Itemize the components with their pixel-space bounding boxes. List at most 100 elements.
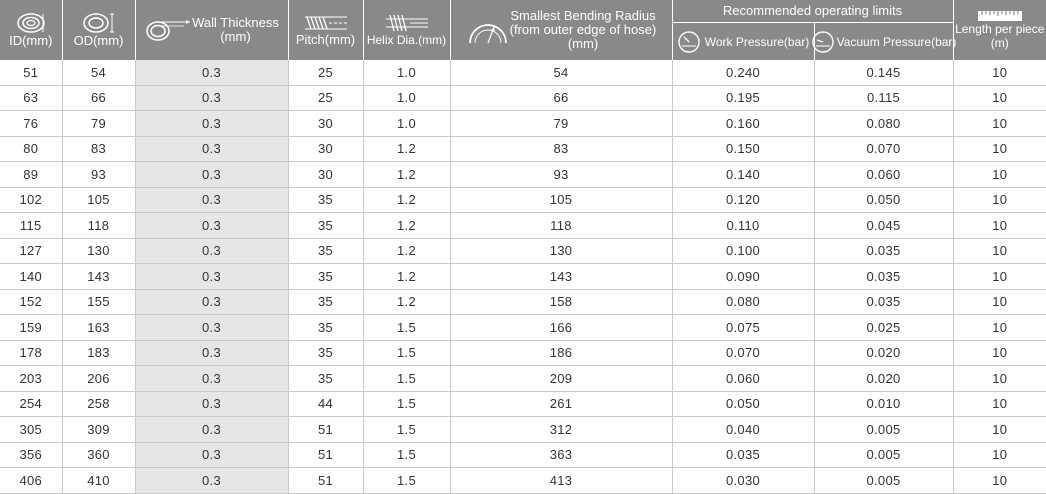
header-vacuum-label: Vacuum Pressure(bar): [836, 34, 957, 49]
cell-helix-dia: 1.2: [363, 238, 451, 264]
header-helix-label: Helix Dia.(mm): [366, 33, 447, 47]
cell-bending-radius: 363: [450, 442, 673, 468]
table-row: 406 410 0.3 51 1.5 413 0.030 0.005 10: [0, 467, 1046, 494]
cell-work-pressure: 0.240: [672, 60, 815, 86]
cell-bending-radius: 83: [450, 136, 673, 162]
wall-thickness-icon: [144, 17, 192, 43]
cell-wall-thickness: 0.3: [135, 212, 289, 239]
cell-pitch: 25: [288, 85, 364, 111]
table-row: 178 183 0.3 35 1.5 186 0.070 0.020 10: [0, 340, 1046, 366]
cell-pitch: 30: [288, 136, 364, 162]
cell-wall-thickness: 0.3: [135, 391, 289, 417]
table-row: 89 93 0.3 30 1.2 93 0.140 0.060 10: [0, 161, 1046, 188]
cell-pitch: 51: [288, 416, 364, 443]
cell-od: 163: [62, 314, 136, 341]
cell-id: 305: [0, 416, 63, 443]
cell-pitch: 35: [288, 263, 364, 290]
cell-id: 203: [0, 365, 63, 392]
cell-bending-radius: 413: [450, 467, 673, 494]
cell-pitch: 30: [288, 161, 364, 188]
table-row: 356 360 0.3 51 1.5 363 0.035 0.005 10: [0, 442, 1046, 468]
cell-work-pressure: 0.050: [672, 391, 815, 417]
cell-id: 76: [0, 110, 63, 137]
cell-length: 10: [953, 391, 1046, 417]
cell-wall-thickness: 0.3: [135, 289, 289, 315]
cell-length: 10: [953, 110, 1046, 137]
cell-work-pressure: 0.080: [672, 289, 815, 315]
table-row: 76 79 0.3 30 1.0 79 0.160 0.080 10: [0, 110, 1046, 137]
table-row: 203 206 0.3 35 1.5 209 0.060 0.020 10: [0, 365, 1046, 392]
cell-length: 10: [953, 340, 1046, 366]
cell-bending-radius: 130: [450, 238, 673, 264]
hose-id-icon: [16, 12, 46, 34]
cell-id: 127: [0, 238, 63, 264]
cell-helix-dia: 1.2: [363, 136, 451, 162]
cell-id: 102: [0, 187, 63, 213]
header-od: OD(mm): [62, 0, 136, 60]
cell-length: 10: [953, 136, 1046, 162]
cell-bending-radius: 209: [450, 365, 673, 392]
cell-wall-thickness: 0.3: [135, 238, 289, 264]
header-vacuum-pressure: Vacuum Pressure(bar): [811, 22, 956, 60]
cell-bending-radius: 118: [450, 212, 673, 239]
cell-wall-thickness: 0.3: [135, 187, 289, 213]
cell-id: 406: [0, 467, 63, 494]
cell-length: 10: [953, 263, 1046, 290]
length-ruler-icon: [977, 10, 1023, 22]
cell-work-pressure: 0.100: [672, 238, 815, 264]
header-pitch: Pitch(mm): [288, 0, 364, 60]
cell-helix-dia: 1.2: [363, 263, 451, 290]
cell-vacuum-pressure: 0.005: [814, 416, 954, 443]
cell-helix-dia: 1.2: [363, 187, 451, 213]
cell-helix-dia: 1.2: [363, 161, 451, 188]
table-row: 159 163 0.3 35 1.5 166 0.075 0.025 10: [0, 314, 1046, 341]
cell-id: 152: [0, 289, 63, 315]
cell-work-pressure: 0.160: [672, 110, 815, 137]
cell-wall-thickness: 0.3: [135, 442, 289, 468]
table-row: 254 258 0.3 44 1.5 261 0.050 0.010 10: [0, 391, 1046, 417]
cell-id: 89: [0, 161, 63, 188]
cell-vacuum-pressure: 0.035: [814, 238, 954, 264]
cell-helix-dia: 1.5: [363, 467, 451, 494]
header-limits-label: Recommended operating limits: [722, 3, 903, 18]
header-id: ID(mm): [0, 0, 63, 60]
cell-length: 10: [953, 442, 1046, 468]
cell-od: 258: [62, 391, 136, 417]
cell-bending-radius: 54: [450, 60, 673, 86]
cell-od: 309: [62, 416, 136, 443]
cell-length: 10: [953, 416, 1046, 443]
cell-wall-thickness: 0.3: [135, 60, 289, 86]
cell-vacuum-pressure: 0.020: [814, 365, 954, 392]
bending-radius-icon: [466, 13, 510, 47]
cell-helix-dia: 1.5: [363, 442, 451, 468]
cell-bending-radius: 312: [450, 416, 673, 443]
cell-helix-dia: 1.5: [363, 365, 451, 392]
cell-vacuum-pressure: 0.070: [814, 136, 954, 162]
cell-helix-dia: 1.0: [363, 85, 451, 111]
cell-work-pressure: 0.110: [672, 212, 815, 239]
header-id-label: ID(mm): [9, 33, 53, 48]
cell-length: 10: [953, 238, 1046, 264]
cell-vacuum-pressure: 0.035: [814, 263, 954, 290]
cell-helix-dia: 1.5: [363, 340, 451, 366]
cell-pitch: 35: [288, 340, 364, 366]
cell-vacuum-pressure: 0.035: [814, 289, 954, 315]
table-row: 80 83 0.3 30 1.2 83 0.150 0.070 10: [0, 136, 1046, 162]
cell-pitch: 35: [288, 187, 364, 213]
cell-work-pressure: 0.060: [672, 365, 815, 392]
pitch-icon: [303, 13, 349, 33]
cell-length: 10: [953, 187, 1046, 213]
cell-pitch: 30: [288, 110, 364, 137]
work-pressure-gauge-icon: [677, 30, 701, 54]
header-wall-label-2: (mm): [220, 29, 251, 44]
header-od-label: OD(mm): [73, 33, 124, 48]
cell-bending-radius: 93: [450, 161, 673, 188]
cell-length: 10: [953, 365, 1046, 392]
cell-work-pressure: 0.195: [672, 85, 815, 111]
cell-length: 10: [953, 161, 1046, 188]
cell-id: 80: [0, 136, 63, 162]
cell-wall-thickness: 0.3: [135, 467, 289, 494]
hose-od-icon: [82, 12, 116, 34]
vacuum-pressure-gauge-icon: [811, 30, 835, 54]
cell-work-pressure: 0.040: [672, 416, 815, 443]
